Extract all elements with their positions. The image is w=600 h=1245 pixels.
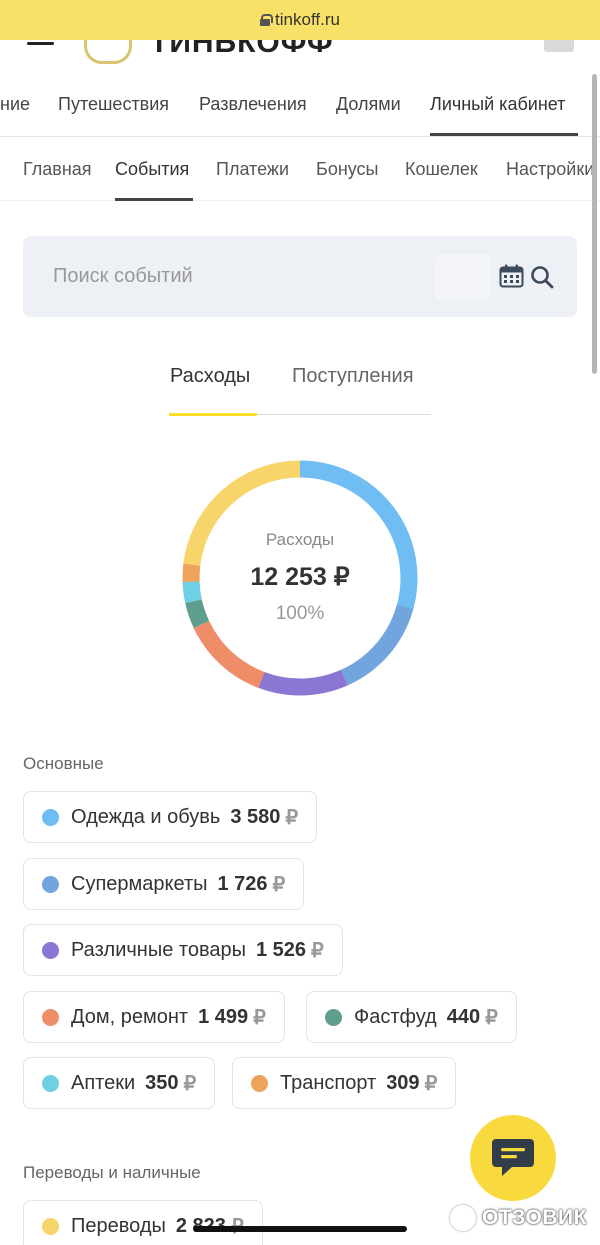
home-indicator[interactable] xyxy=(193,1226,407,1232)
calendar-icon[interactable] xyxy=(499,264,524,288)
page-scrollbar[interactable] xyxy=(592,74,597,374)
donut-label: Расходы xyxy=(265,530,335,549)
sub-nav: Главная События Платежи Бонусы Кошелек Н… xyxy=(0,137,600,201)
category-chip-supermarkets[interactable]: Супермаркеты 1 726 ₽ xyxy=(23,858,305,910)
donut-slice[interactable] xyxy=(183,460,301,566)
category-amount: 1 726 xyxy=(217,872,268,895)
menu-icon[interactable] xyxy=(27,42,54,48)
category-amount: 440 xyxy=(446,1005,481,1028)
category-amount: 3 580 xyxy=(230,805,281,828)
section-title-transfers: Переводы и наличные xyxy=(23,1163,201,1182)
top-nav-item-account[interactable]: Личный кабинет xyxy=(430,94,565,115)
tab-active-underline xyxy=(169,413,257,416)
category-chip-various-goods[interactable]: Различные товары 1 526 ₽ xyxy=(23,924,343,976)
sub-nav-item-main[interactable]: Главная xyxy=(23,159,92,180)
category-amount: 309 xyxy=(386,1071,420,1094)
top-nav: ние Путешествия Развлечения Долями Личны… xyxy=(0,72,600,137)
url-text: tinkoff.ru xyxy=(275,10,340,29)
category-name: Фастфуд xyxy=(354,1005,437,1028)
category-amount: 1 526 xyxy=(255,938,307,961)
category-name: Переводы xyxy=(71,1214,166,1237)
category-name: Супермаркеты xyxy=(71,872,208,895)
tab-expenses[interactable]: Расходы xyxy=(170,365,250,388)
section-title-main: Основные xyxy=(23,754,104,773)
avatar[interactable] xyxy=(544,40,574,52)
currency-symbol: ₽ xyxy=(424,1072,438,1095)
category-name: Дом, ремонт xyxy=(71,1005,189,1028)
watermark-text: ОТЗОВИК xyxy=(482,1206,587,1229)
category-chip-transport[interactable]: Транспорт 309 ₽ xyxy=(232,1057,457,1109)
lock-icon xyxy=(260,14,274,26)
logo-text[interactable]: ТИНЬКОФФ xyxy=(150,40,334,60)
category-name: Различные товары xyxy=(71,938,246,961)
expense-income-tabs: Расходы Поступления xyxy=(169,345,431,416)
category-name: Аптеки xyxy=(71,1071,136,1094)
category-chip-clothing[interactable]: Одежда и обувь 3 580 ₽ xyxy=(23,791,318,843)
currency-symbol: ₽ xyxy=(253,1006,266,1029)
currency-symbol: ₽ xyxy=(285,806,299,829)
sub-nav-item-settings[interactable]: Настройки xyxy=(506,159,594,180)
logo-shield-icon[interactable] xyxy=(84,40,132,64)
category-color-dot xyxy=(325,1008,342,1026)
top-nav-item-dolyami[interactable]: Долями xyxy=(336,94,401,115)
search-icon[interactable] xyxy=(529,264,555,290)
category-color-dot xyxy=(251,1074,268,1092)
category-color-dot xyxy=(42,1217,59,1235)
sub-nav-active-underline xyxy=(115,198,193,201)
site-header: ТИНЬКОФФ xyxy=(0,40,600,72)
donut-slice[interactable] xyxy=(193,620,265,688)
top-nav-item[interactable]: ние xyxy=(0,94,30,115)
top-nav-item-travel[interactable]: Путешествия xyxy=(58,94,169,115)
category-name: Одежда и обувь xyxy=(71,805,221,828)
currency-symbol: ₽ xyxy=(311,939,324,962)
category-chip-fastfood[interactable]: Фастфуд 440 ₽ xyxy=(306,991,517,1043)
category-chip-transfers[interactable]: Переводы 2 823 ₽ xyxy=(23,1200,263,1245)
category-amount: 350 xyxy=(145,1071,179,1094)
event-search-box xyxy=(23,236,577,317)
currency-symbol: ₽ xyxy=(272,873,286,896)
watermark-logo-icon xyxy=(450,1205,476,1231)
category-color-dot xyxy=(42,875,59,893)
category-amount: 1 499 xyxy=(198,1005,249,1028)
sub-nav-item-payments[interactable]: Платежи xyxy=(216,159,289,180)
category-chip-home-repair[interactable]: Дом, ремонт 1 499 ₽ xyxy=(23,991,285,1043)
category-name: Транспорт xyxy=(280,1071,377,1094)
date-filter-chip[interactable] xyxy=(435,254,491,300)
tab-income[interactable]: Поступления xyxy=(292,365,414,388)
category-color-dot xyxy=(42,941,59,959)
browser-url-bar[interactable]: tinkoff.ru xyxy=(0,0,600,40)
watermark: ОТЗОВИК xyxy=(450,1203,587,1233)
chat-button[interactable] xyxy=(470,1115,556,1201)
top-nav-item-entertainment[interactable]: Развлечения xyxy=(199,94,307,115)
donut-total: 12 253 ₽ xyxy=(250,563,350,591)
donut-percent: 100% xyxy=(275,603,325,624)
sub-nav-item-wallet[interactable]: Кошелек xyxy=(405,159,478,180)
category-color-dot xyxy=(42,1074,59,1092)
sub-nav-item-bonuses[interactable]: Бонусы xyxy=(316,159,379,180)
top-nav-active-underline xyxy=(430,133,578,136)
currency-symbol: ₽ xyxy=(183,1072,197,1095)
currency-symbol: ₽ xyxy=(485,1006,498,1029)
donut-slice[interactable] xyxy=(258,669,348,696)
search-input[interactable] xyxy=(23,236,403,317)
url-display[interactable]: tinkoff.ru xyxy=(260,10,340,30)
category-chip-pharmacies[interactable]: Аптеки 350 ₽ xyxy=(23,1057,216,1109)
category-color-dot xyxy=(42,1008,59,1026)
category-color-dot xyxy=(42,808,59,826)
chat-icon xyxy=(492,1139,534,1176)
sub-nav-item-events[interactable]: События xyxy=(115,159,189,180)
